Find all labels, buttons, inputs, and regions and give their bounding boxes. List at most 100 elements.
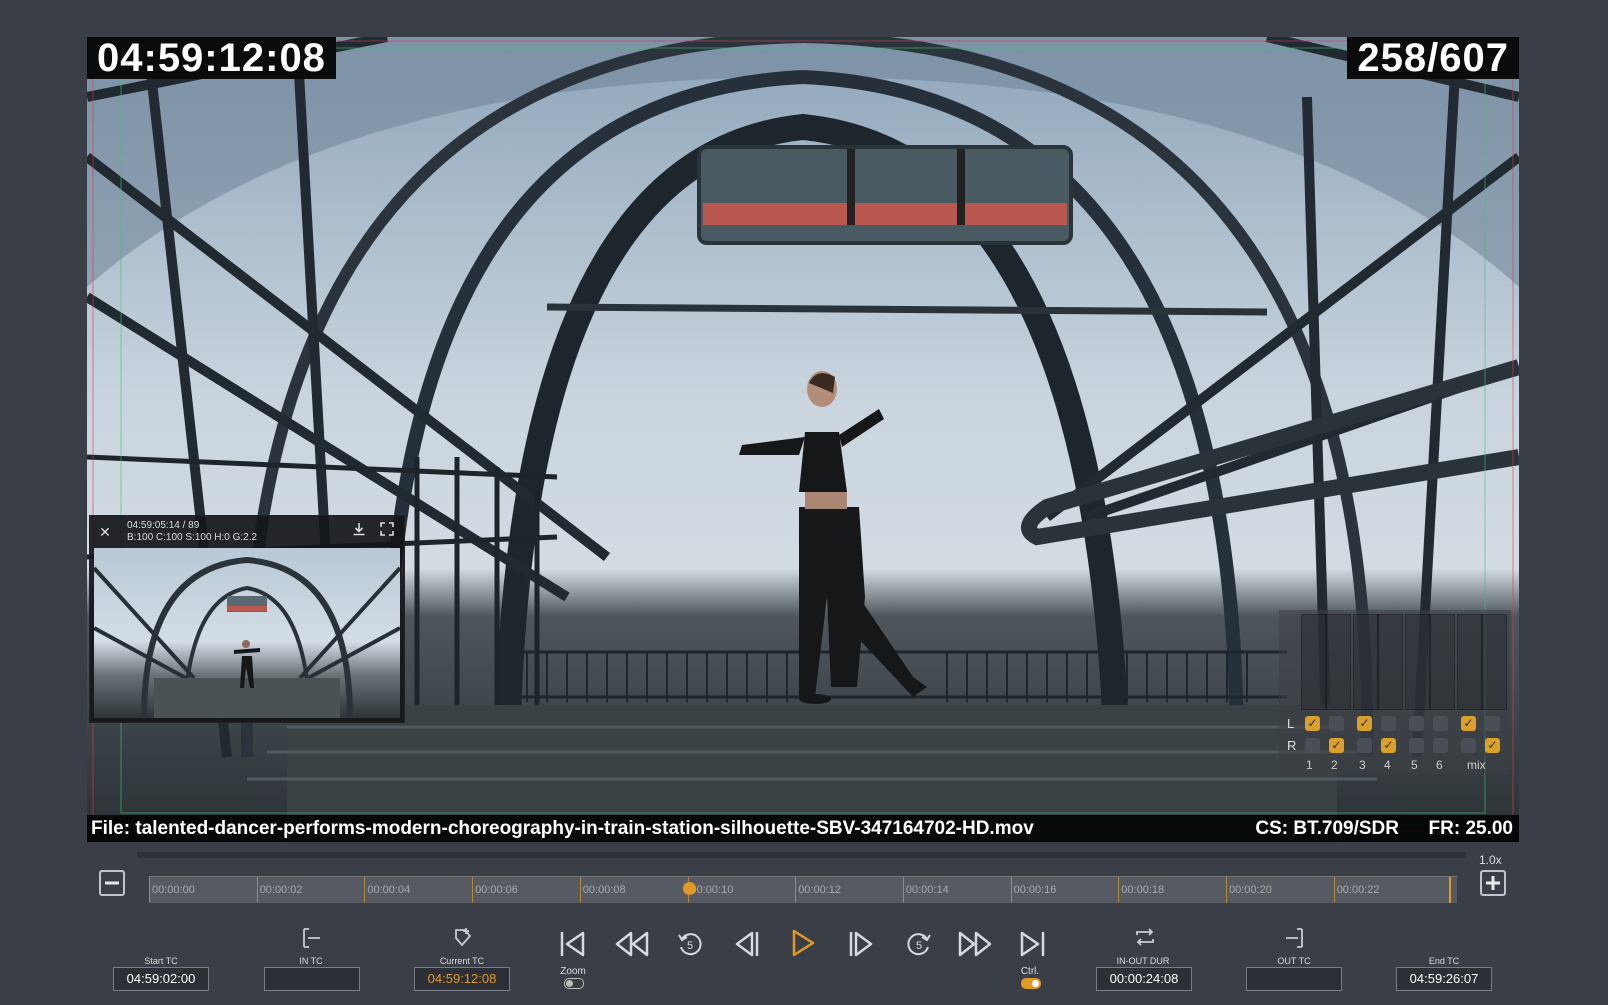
timeline-tick: 00:00:14 bbox=[902, 877, 949, 903]
pip-header: ✕ 04:59:05:14 / 89 B:100 C:100 S:100 H:0… bbox=[90, 516, 404, 546]
audio-row-label-left: L bbox=[1287, 716, 1295, 731]
start-tc-field[interactable]: 04:59:02:00 bbox=[113, 967, 209, 991]
audio-meter bbox=[1481, 614, 1507, 710]
audio-channel-checkbox[interactable] bbox=[1409, 716, 1424, 731]
timeline-tick-label: 00:00:22 bbox=[1336, 884, 1380, 896]
audio-channel-checkbox[interactable] bbox=[1329, 716, 1344, 731]
fast-forward-icon[interactable] bbox=[957, 929, 993, 964]
set-in-icon[interactable] bbox=[300, 927, 322, 954]
video-viewer[interactable]: 04:59:12:08 258/607 ✕ 04:59:05:14 / 89 B… bbox=[87, 37, 1519, 842]
audio-channel-number: 6 bbox=[1436, 758, 1443, 772]
colorspace-label: CS: BT.709/SDR bbox=[1255, 818, 1399, 839]
timeline-tick-label: 00:00:16 bbox=[1013, 884, 1057, 896]
back-5-seconds-icon[interactable]: 5 bbox=[676, 930, 704, 963]
audio-channel-checkbox[interactable]: ✓ bbox=[1381, 738, 1396, 753]
pip-timecode: 04:59:05:14 / 89 bbox=[127, 520, 200, 531]
audio-channel-checkbox[interactable]: ✓ bbox=[1357, 716, 1372, 731]
framerate-label: FR: 25.00 bbox=[1428, 818, 1513, 839]
timeline-tick: 00:00:08 bbox=[579, 877, 626, 903]
audio-meter bbox=[1405, 614, 1431, 710]
out-tc-label: OUT TC bbox=[1277, 956, 1311, 966]
audio-channel-checkbox[interactable] bbox=[1485, 716, 1500, 731]
zoom-toggle-label: Zoom bbox=[560, 966, 586, 977]
audio-channel-checkbox[interactable] bbox=[1433, 716, 1448, 731]
timeline-tick: 00:00:20 bbox=[1226, 877, 1272, 903]
svg-text:5: 5 bbox=[687, 940, 693, 952]
out-point-marker bbox=[1449, 877, 1451, 903]
timeline-tick: 00:00:16 bbox=[1010, 877, 1056, 903]
audio-channel-number: 1 bbox=[1306, 758, 1313, 772]
timeline-ruler[interactable]: 00:00:22 00:00:20 00:00:18 00:00:16 00:00:14… bbox=[149, 876, 1457, 903]
step-forward-icon[interactable] bbox=[846, 929, 876, 964]
audio-channel-checkbox[interactable] bbox=[1305, 738, 1320, 753]
forward-5-seconds-icon[interactable]: 5 bbox=[905, 930, 933, 963]
audio-meter bbox=[1429, 614, 1455, 710]
zoom-toggle[interactable] bbox=[564, 978, 584, 989]
timeline-tick: 00:00:12 bbox=[795, 877, 841, 903]
pip-panel[interactable]: ✕ 04:59:05:14 / 89 B:100 C:100 S:100 H:0… bbox=[89, 515, 405, 723]
audio-channel-checkbox[interactable] bbox=[1381, 716, 1396, 731]
audio-channel-checkbox[interactable] bbox=[1433, 738, 1448, 753]
audio-channel-number: 5 bbox=[1411, 758, 1418, 772]
add-marker-icon[interactable] bbox=[452, 926, 474, 953]
viewer-frame-counter: 258/607 bbox=[1347, 37, 1519, 79]
timeline-tick: 00:00:00 bbox=[149, 877, 195, 903]
zoom-level: 1.0x bbox=[1479, 853, 1502, 867]
viewer-timecode: 04:59:12:08 bbox=[87, 37, 336, 79]
file-name: File: talented-dancer-performs-modern-ch… bbox=[91, 818, 1034, 839]
audio-channel-checkbox[interactable] bbox=[1357, 738, 1372, 753]
download-icon[interactable] bbox=[352, 522, 366, 539]
in-tc-label: IN TC bbox=[299, 956, 323, 966]
timeline-tick-label: 00:00:06 bbox=[475, 884, 518, 896]
timeline-tick-label: 00:00:20 bbox=[1229, 884, 1272, 896]
timeline-tick: 00:00:06 bbox=[472, 877, 518, 903]
timeline-tick-label: 00:00:18 bbox=[1121, 884, 1165, 896]
zoom-out-button[interactable] bbox=[99, 870, 125, 896]
timeline-tick: 00:00:18 bbox=[1118, 877, 1164, 903]
pip-stats: B:100 C:100 S:100 H:0 G:2.2 bbox=[127, 532, 258, 543]
audio-channel-number: 4 bbox=[1384, 758, 1391, 772]
in-tc-field[interactable] bbox=[264, 967, 360, 991]
zoom-in-button[interactable] bbox=[1480, 870, 1506, 896]
audio-channel-number: 3 bbox=[1359, 758, 1366, 772]
svg-text:5: 5 bbox=[916, 940, 922, 952]
audio-channel-checkbox[interactable]: ✓ bbox=[1329, 738, 1344, 753]
rewind-icon[interactable] bbox=[614, 929, 650, 964]
end-tc-field[interactable]: 04:59:26:07 bbox=[1396, 967, 1492, 991]
audio-channel-checkbox[interactable]: ✓ bbox=[1461, 716, 1476, 731]
audio-channel-number: 2 bbox=[1331, 758, 1338, 772]
timeline-tick-label: 00:00:08 bbox=[582, 884, 626, 896]
out-tc-field[interactable] bbox=[1246, 967, 1342, 991]
play-icon[interactable] bbox=[788, 927, 818, 964]
file-info-bar: File: talented-dancer-performs-modern-ch… bbox=[87, 815, 1519, 842]
go-to-end-icon[interactable] bbox=[1017, 929, 1047, 964]
audio-channel-checkbox[interactable]: ✓ bbox=[1485, 738, 1500, 753]
current-tc-label: Current TC bbox=[439, 956, 485, 966]
audio-meter bbox=[1457, 614, 1483, 710]
in-out-dur-label: IN-OUT DUR bbox=[1116, 956, 1170, 966]
step-back-icon[interactable] bbox=[732, 929, 762, 964]
audio-channel-checkbox[interactable] bbox=[1461, 738, 1476, 753]
audio-meter bbox=[1353, 614, 1379, 710]
timeline-tick: 00:00:22 bbox=[1333, 877, 1380, 903]
scrub-bar[interactable] bbox=[137, 852, 1466, 858]
audio-meter bbox=[1377, 614, 1403, 710]
audio-meters bbox=[1279, 610, 1511, 710]
close-icon[interactable]: ✕ bbox=[96, 523, 114, 541]
audio-meter bbox=[1325, 614, 1351, 710]
audio-channel-checkbox[interactable] bbox=[1409, 738, 1424, 753]
ctrl-toggle-label: Ctrl. bbox=[1020, 966, 1040, 977]
timeline-tick-label: 00:00:00 bbox=[152, 884, 195, 896]
timeline-tick-label: 00:00:10 bbox=[690, 884, 734, 896]
fullscreen-icon[interactable] bbox=[380, 522, 394, 539]
loop-icon[interactable] bbox=[1133, 926, 1157, 953]
go-to-start-icon[interactable] bbox=[558, 929, 588, 964]
timeline-tick: 00:00:04 bbox=[364, 877, 410, 903]
audio-channel-checkbox[interactable]: ✓ bbox=[1305, 716, 1320, 731]
current-tc-field[interactable]: 04:59:12:08 bbox=[414, 967, 510, 991]
timeline-tick: 00:00:02 bbox=[256, 877, 303, 903]
set-out-icon[interactable] bbox=[1284, 927, 1306, 954]
ctrl-toggle[interactable] bbox=[1021, 978, 1041, 989]
in-out-dur-field[interactable]: 00:00:24:08 bbox=[1096, 967, 1192, 991]
end-tc-label: End TC bbox=[1428, 956, 1460, 966]
